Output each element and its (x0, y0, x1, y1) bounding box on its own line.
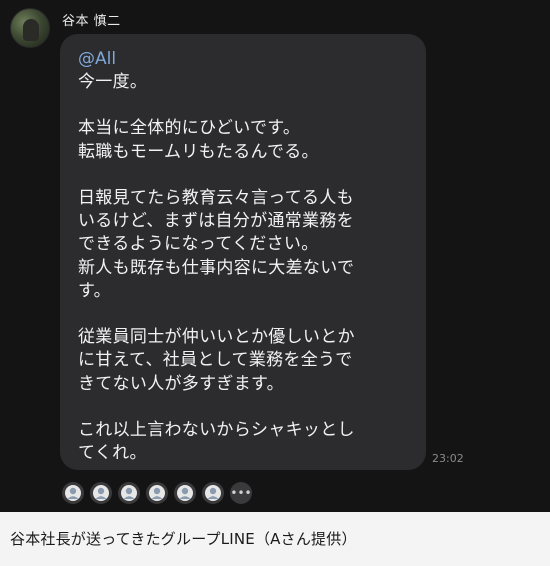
message-line: きてない人が多すぎます。 (78, 373, 284, 394)
mention-all[interactable]: @All (78, 48, 410, 71)
read-avatar-icon (174, 482, 196, 504)
message-gap (78, 303, 410, 326)
read-avatar-icon (118, 482, 140, 504)
message-line: できるようになってください。 (78, 234, 319, 255)
more-readers-button[interactable]: ••• (230, 482, 252, 504)
read-receipts[interactable]: ••• (62, 482, 252, 504)
message-line: 本当に全体的にひどいです。 (78, 118, 301, 139)
photo-caption: 谷本社長が送ってきたグループLINE（Aさん提供） (10, 530, 357, 548)
message-line: これ以上言わないからシャキッとし (78, 419, 355, 440)
message-body: 今一度。本当に全体的にひどいです。 転職もモームリもたるんでる。日報見てたら教育云… (78, 71, 410, 465)
read-avatar-icon (146, 482, 168, 504)
message-gap (78, 396, 410, 419)
message-line: に甘えて、社員として業務を全うで (78, 350, 353, 371)
message-line: 今一度。 (78, 72, 148, 92)
message-line: てくれ。 (78, 443, 147, 464)
chat-screen: 谷本 慎二 @All 今一度。本当に全体的にひどいです。 転職もモームリもたるんで… (0, 0, 550, 512)
message-line: す。 (78, 280, 111, 301)
message-timestamp: 23:02 (432, 452, 464, 465)
message-bubble[interactable]: @All 今一度。本当に全体的にひどいです。 転職もモームリもたるんでる。日報見て… (60, 34, 426, 470)
sender-avatar[interactable] (10, 8, 50, 48)
message-gap (78, 94, 410, 117)
read-avatar-icon (90, 482, 112, 504)
message-line: 新人も既存も仕事内容に大差ないで (78, 257, 355, 278)
message-line: 転職もモームリもたるんでる。 (78, 141, 319, 162)
sender-name: 谷本 慎二 (62, 14, 121, 29)
read-avatar-icon (62, 482, 84, 504)
message-line: 従業員同士が仲いいとか優しいとか (78, 327, 355, 348)
message-gap (78, 164, 410, 187)
read-avatar-icon (202, 482, 224, 504)
message-line: いるけど、まずは自分が通常業務を (78, 211, 354, 232)
message-line: 日報見てたら教育云々言ってる人も (78, 187, 354, 208)
